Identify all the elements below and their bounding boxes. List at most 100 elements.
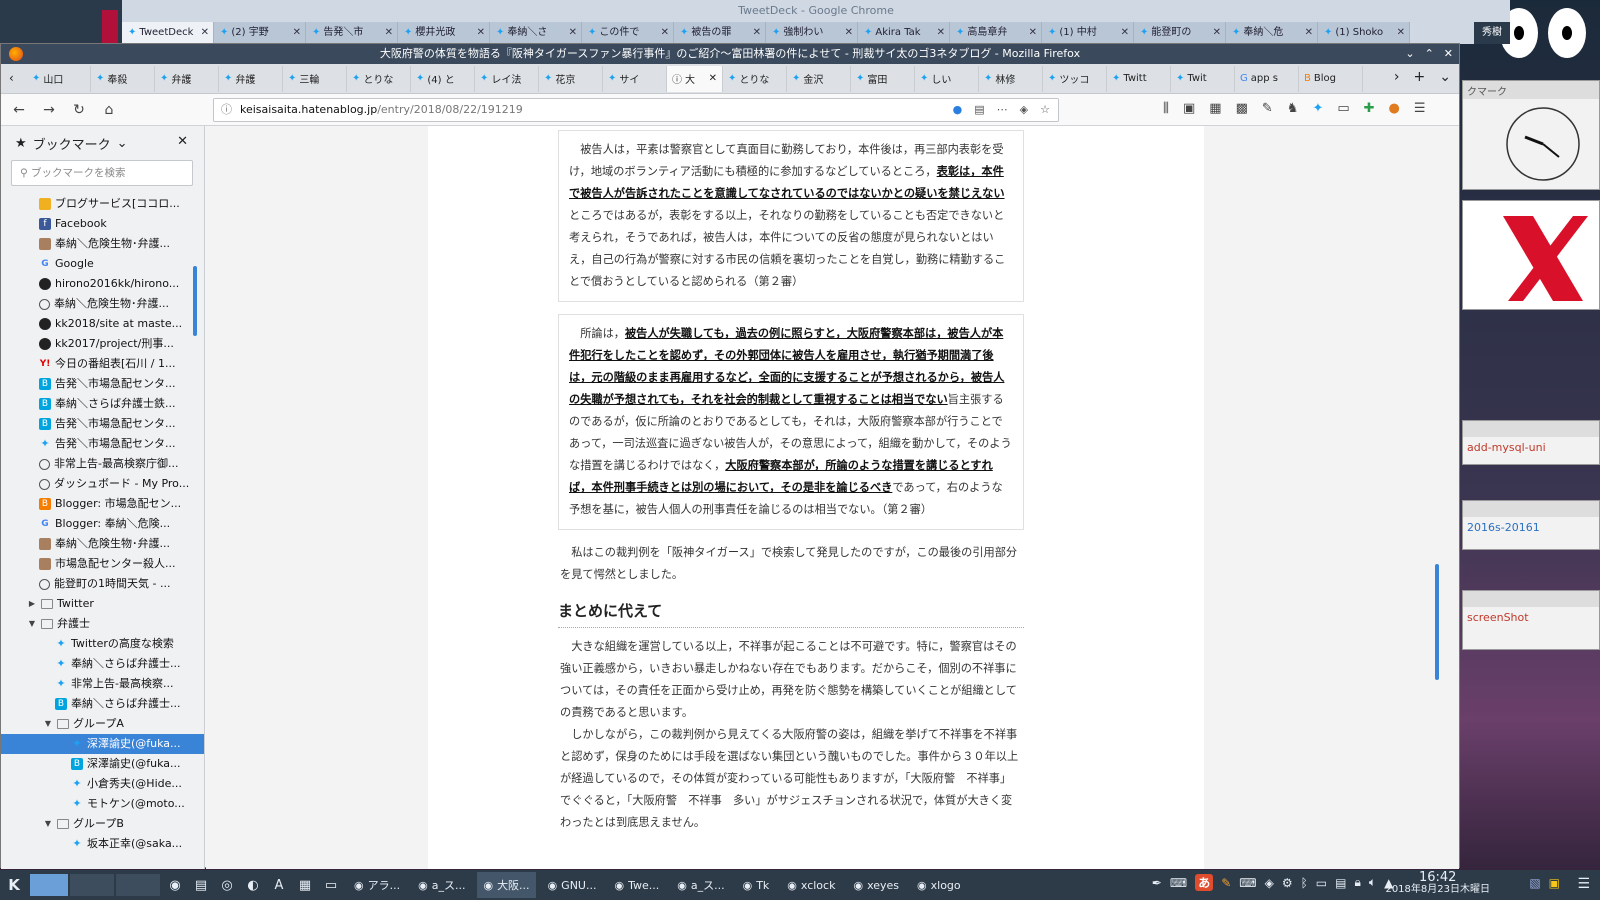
back-icon[interactable]: ← xyxy=(11,102,27,118)
tab-close-icon[interactable]: ✕ xyxy=(385,22,393,44)
display-icon[interactable]: ▭ xyxy=(1316,876,1327,890)
tab-scroll-left-icon[interactable]: ‹ xyxy=(9,71,14,85)
bookmark-item[interactable]: ✦ 小倉秀夫(@Hide... xyxy=(1,774,204,794)
extension-grid-icon[interactable]: ▩ xyxy=(1236,101,1248,116)
bookmark-item[interactable]: 能登町の1時間天気 - ... xyxy=(1,574,204,594)
chrome-tab[interactable]: ✦ 櫻井光政 ✕ xyxy=(398,22,490,44)
bookmark-item[interactable]: 奉納＼危険生物･弁護... xyxy=(1,294,204,314)
close-icon[interactable]: ✕ xyxy=(1444,44,1453,64)
tab-close-icon[interactable]: ✕ xyxy=(1121,22,1129,44)
font-launcher-icon[interactable]: A xyxy=(268,874,290,896)
desktop-panel-4[interactable]: screenShot xyxy=(1462,590,1600,650)
chrome-tab[interactable]: ✦ Akira Tak ✕ xyxy=(858,22,950,44)
tab-close-icon[interactable]: ✕ xyxy=(709,73,717,84)
bookmark-item[interactable]: 奉納＼危険生物･弁護... xyxy=(1,234,204,254)
firefox-tab[interactable]: ✦ ツッコ xyxy=(1043,65,1107,92)
volume-icon[interactable]: 🔈︎ xyxy=(1369,875,1376,890)
bookmark-item[interactable]: B 奉納＼さらば弁護士鉄... xyxy=(1,394,204,414)
document-launcher-icon[interactable]: ▤ xyxy=(190,874,212,896)
chevron-down-icon[interactable]: ▼ xyxy=(43,714,53,734)
firefox-tab[interactable]: ✦ Twitt xyxy=(1107,65,1171,92)
bookmark-item[interactable]: kk2017/project/刑事... xyxy=(1,334,204,354)
taskbar-task[interactable]: ◉ xclock xyxy=(781,872,841,898)
taskbar-task[interactable]: ◉ GNU... xyxy=(542,872,603,898)
chevron-down-icon[interactable]: ▼ xyxy=(27,614,37,634)
bookmark-item[interactable]: G Blogger: 奉納＼危険... xyxy=(1,514,204,534)
taskbar-task[interactable]: ◉ a_ス... xyxy=(412,872,471,898)
ime-tools-icon[interactable]: ✎ xyxy=(1221,876,1231,890)
sidebar-scrollbar[interactable] xyxy=(193,266,197,336)
tab-close-icon[interactable]: ✕ xyxy=(661,22,669,44)
desktop-panel-1[interactable]: クマーク xyxy=(1462,80,1600,190)
app-launcher-icon[interactable]: ◐ xyxy=(242,874,264,896)
panel-menu-icon[interactable]: ☰ xyxy=(1577,876,1590,892)
firefox-tab[interactable]: ✦ しい xyxy=(915,65,979,92)
forward-icon[interactable]: → xyxy=(41,102,57,118)
desktop-panel-2[interactable]: add-mysql-uni xyxy=(1462,420,1600,465)
firefox-tab[interactable]: ✦ 三輪 xyxy=(283,65,347,92)
bookmark-item[interactable]: ✦ 非常上告-最高検察... xyxy=(1,674,204,694)
bookmark-search-input[interactable]: ⚲ ブックマークを検索 xyxy=(11,160,193,186)
bookmark-item[interactable]: ✦ 深澤諭史(@fuka... xyxy=(1,734,204,754)
keyboard-icon[interactable]: ⌨ xyxy=(1170,876,1187,890)
tab-close-icon[interactable]: ✕ xyxy=(477,22,485,44)
tab-close-icon[interactable]: ✕ xyxy=(1305,22,1313,44)
chrome-tab[interactable]: ✦ (1) 中村 ✕ xyxy=(1042,22,1134,44)
terminal-launcher-icon[interactable]: ▭ xyxy=(320,874,342,896)
firefox-title-bar[interactable]: 大阪府警の体質を物語る『阪神タイガースファン暴行事件』のご紹介〜富田林署の件によ… xyxy=(1,44,1459,64)
tab-close-icon[interactable]: ✕ xyxy=(1213,22,1221,44)
chrome-tab[interactable]: ✦ (1) Shoko ✕ xyxy=(1318,22,1410,44)
chrome-tab[interactable]: ✦ 強制わい ✕ xyxy=(766,22,858,44)
home-icon[interactable]: ⌂ xyxy=(101,102,117,118)
settings-icon[interactable]: ⚙ xyxy=(1282,876,1293,890)
twitter-icon[interactable]: ✦ xyxy=(1312,101,1323,116)
minimize-icon[interactable]: ⌄ xyxy=(1405,44,1414,64)
chrome-tab[interactable]: ✦ 高島章弁 ✕ xyxy=(950,22,1042,44)
reader-view-icon[interactable]: ▤ xyxy=(974,99,984,121)
bookmark-item[interactable]: B 深澤諭史(@fuka... xyxy=(1,754,204,774)
firefox-tab[interactable]: ⓘ 大 ✕ xyxy=(667,65,723,92)
bookmark-item[interactable]: ▼ 弁護士 xyxy=(1,614,204,634)
bluetooth-icon[interactable]: ᛒ xyxy=(1301,876,1308,890)
site-info-icon[interactable]: ⓘ xyxy=(221,99,232,121)
desktop-preview-icon[interactable]: ▧ xyxy=(1529,876,1540,890)
firefox-tab[interactable]: ✦ とりな xyxy=(347,65,411,92)
bookmark-item[interactable]: B 告発＼市場急配センタ... xyxy=(1,374,204,394)
pen-icon[interactable]: ✎ xyxy=(1262,101,1273,116)
tab-close-icon[interactable]: ✕ xyxy=(201,22,209,44)
bookmark-item[interactable]: ▼ グループA xyxy=(1,714,204,734)
clipboard-icon[interactable]: ▭ xyxy=(1337,101,1349,116)
chrome-tab[interactable]: ✦ (2) 宇野 ✕ xyxy=(214,22,306,44)
virtual-desktop-3[interactable] xyxy=(116,874,160,896)
kde-start-icon[interactable]: K xyxy=(0,876,28,894)
firefox-tab[interactable]: ✦ Twit xyxy=(1171,65,1235,92)
taskbar-task[interactable]: ◉ xlogo xyxy=(911,872,967,898)
bookmark-item[interactable]: B 奉納＼さらば弁護士... xyxy=(1,694,204,714)
tab-list-chevron-down-icon[interactable]: ⌄ xyxy=(1439,69,1451,85)
bookmark-item[interactable]: 市場急配センター殺人... xyxy=(1,554,204,574)
evernote-icon[interactable]: ♞ xyxy=(1287,101,1299,116)
ime-indicator[interactable]: あ xyxy=(1195,874,1214,891)
tab-close-icon[interactable]: ✕ xyxy=(1397,22,1405,44)
tab-close-icon[interactable]: ✕ xyxy=(1029,22,1037,44)
lock-icon[interactable]: 🔒︎ xyxy=(1354,875,1360,890)
bookmark-item[interactable]: f Facebook xyxy=(1,214,204,234)
chevron-down-icon[interactable]: ▼ xyxy=(43,814,53,834)
xlogo-window[interactable] xyxy=(1462,200,1600,310)
desktop-panel-3[interactable]: 2016s-20161 xyxy=(1462,500,1600,550)
bookmark-item[interactable]: kk2018/site at maste... xyxy=(1,314,204,334)
chrome-tab[interactable]: ✦ この件で ✕ xyxy=(582,22,674,44)
bookmark-item[interactable]: ✦ モトケン(@moto... xyxy=(1,794,204,814)
chrome-tab[interactable]: ✦ 被告の罪 ✕ xyxy=(674,22,766,44)
tab-close-icon[interactable]: ✕ xyxy=(753,22,761,44)
tab-close-icon[interactable]: ✕ xyxy=(845,22,853,44)
bookmark-item[interactable]: ✦ 告発＼市場急配センタ... xyxy=(1,434,204,454)
bookmark-item[interactable]: G Google xyxy=(1,254,204,274)
new-tab-icon[interactable]: + xyxy=(1414,69,1426,85)
shield-icon[interactable]: ✚ xyxy=(1364,101,1375,116)
bookmark-item[interactable]: B Blogger: 市場急配セン... xyxy=(1,494,204,514)
chrome-tab[interactable]: ✦ TweetDeck ✕ xyxy=(122,22,214,44)
virtual-desktop-1[interactable] xyxy=(30,874,68,896)
sidebar-toggle-icon[interactable]: ▣ xyxy=(1183,101,1195,116)
tab-close-icon[interactable]: ✕ xyxy=(937,22,945,44)
